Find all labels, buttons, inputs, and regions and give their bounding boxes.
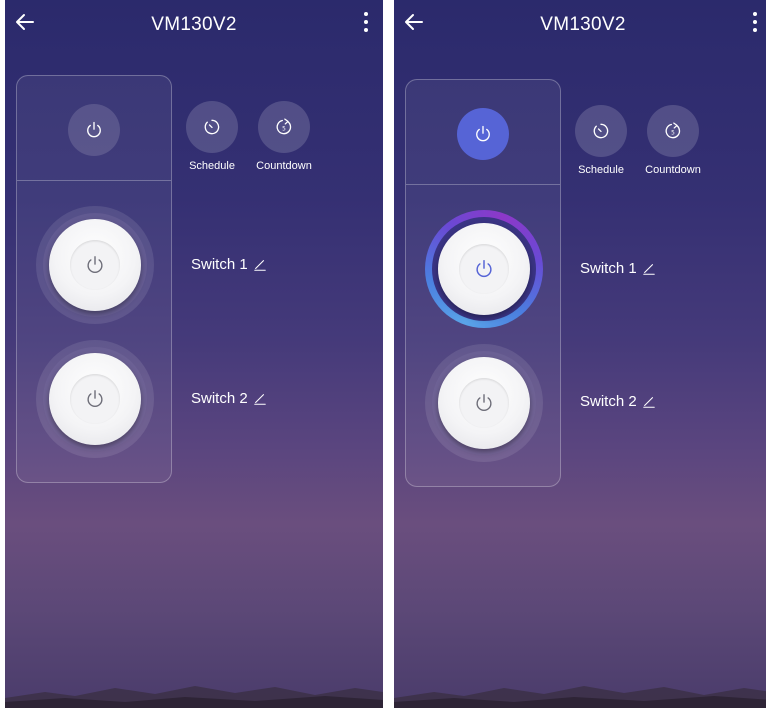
switch-2-knob-center (459, 378, 509, 428)
svg-text:5: 5 (671, 130, 675, 136)
switch-2-ring (43, 347, 147, 451)
switch-1-label: Switch 1 (191, 256, 248, 273)
switch-panel (16, 75, 172, 483)
power-icon (476, 260, 492, 278)
master-power-button[interactable] (457, 108, 509, 160)
schedule-button[interactable] (575, 105, 627, 157)
power-icon (476, 125, 490, 142)
panel-divider (406, 184, 560, 185)
switch-1-ring (43, 213, 147, 317)
schedule-action[interactable]: Schedule (177, 101, 247, 172)
mountain-silhouette (5, 686, 383, 708)
switch-1-button[interactable] (425, 210, 543, 328)
switch-1-name[interactable]: Switch 1 (191, 256, 267, 273)
svg-text:5: 5 (282, 126, 286, 132)
schedule-label: Schedule (189, 160, 235, 172)
countdown-label: Countdown (256, 160, 312, 172)
page-title: VM130V2 (540, 14, 626, 35)
switch-2-name[interactable]: Switch 2 (580, 393, 656, 410)
power-icon (87, 121, 101, 138)
switch-2-name[interactable]: Switch 2 (191, 390, 267, 407)
switch-2-label: Switch 2 (580, 393, 637, 410)
app-header: VM130V2 (394, 0, 766, 56)
schedule-label: Schedule (578, 164, 624, 176)
switch-1-knob (438, 223, 530, 315)
countdown-action[interactable]: 5 Countdown (249, 101, 319, 172)
app-screen-off-state: VM130V2 Schedule 5 Countdown Switch 1 Sw… (5, 0, 383, 708)
switch-2-button[interactable] (425, 344, 543, 462)
switch-1-knob-center (70, 240, 120, 290)
edit-icon[interactable] (642, 262, 656, 276)
countdown-icon: 5 (665, 122, 681, 139)
countdown-button[interactable]: 5 (647, 105, 699, 157)
power-icon (87, 256, 103, 274)
app-header: VM130V2 (5, 0, 383, 56)
edit-icon[interactable] (253, 258, 267, 272)
more-options-icon[interactable] (363, 12, 369, 36)
switch-2-knob-center (70, 374, 120, 424)
switch-2-label: Switch 2 (191, 390, 248, 407)
countdown-action[interactable]: 5 Countdown (638, 105, 708, 176)
switch-1-name[interactable]: Switch 1 (580, 260, 656, 277)
schedule-action[interactable]: Schedule (566, 105, 636, 176)
switch-1-knob-center (459, 244, 509, 294)
switch-1-button[interactable] (36, 206, 154, 324)
page-title: VM130V2 (151, 14, 237, 35)
switch-2-button[interactable] (36, 340, 154, 458)
edit-icon[interactable] (253, 392, 267, 406)
switch-1-ring (432, 217, 536, 321)
panel-divider (17, 180, 171, 181)
power-icon (87, 390, 103, 408)
edit-icon[interactable] (642, 395, 656, 409)
schedule-icon (204, 119, 220, 135)
switch-panel (405, 79, 561, 487)
power-icon (476, 394, 492, 412)
more-options-icon[interactable] (752, 12, 758, 36)
switch-2-ring (432, 351, 536, 455)
mountain-silhouette (394, 686, 766, 708)
countdown-label: Countdown (645, 164, 701, 176)
switch-2-knob (49, 353, 141, 445)
switch-1-label: Switch 1 (580, 260, 637, 277)
switch-2-knob (438, 357, 530, 449)
schedule-button[interactable] (186, 101, 238, 153)
app-screen-on-state: VM130V2 Schedule 5 Countdown Switch 1 Sw… (394, 0, 766, 708)
comparison-page: VM130V2 Schedule 5 Countdown Switch 1 Sw… (0, 0, 766, 708)
countdown-button[interactable]: 5 (258, 101, 310, 153)
switch-1-knob (49, 219, 141, 311)
schedule-icon (593, 123, 609, 139)
countdown-icon: 5 (276, 118, 292, 135)
master-power-button[interactable] (68, 104, 120, 156)
